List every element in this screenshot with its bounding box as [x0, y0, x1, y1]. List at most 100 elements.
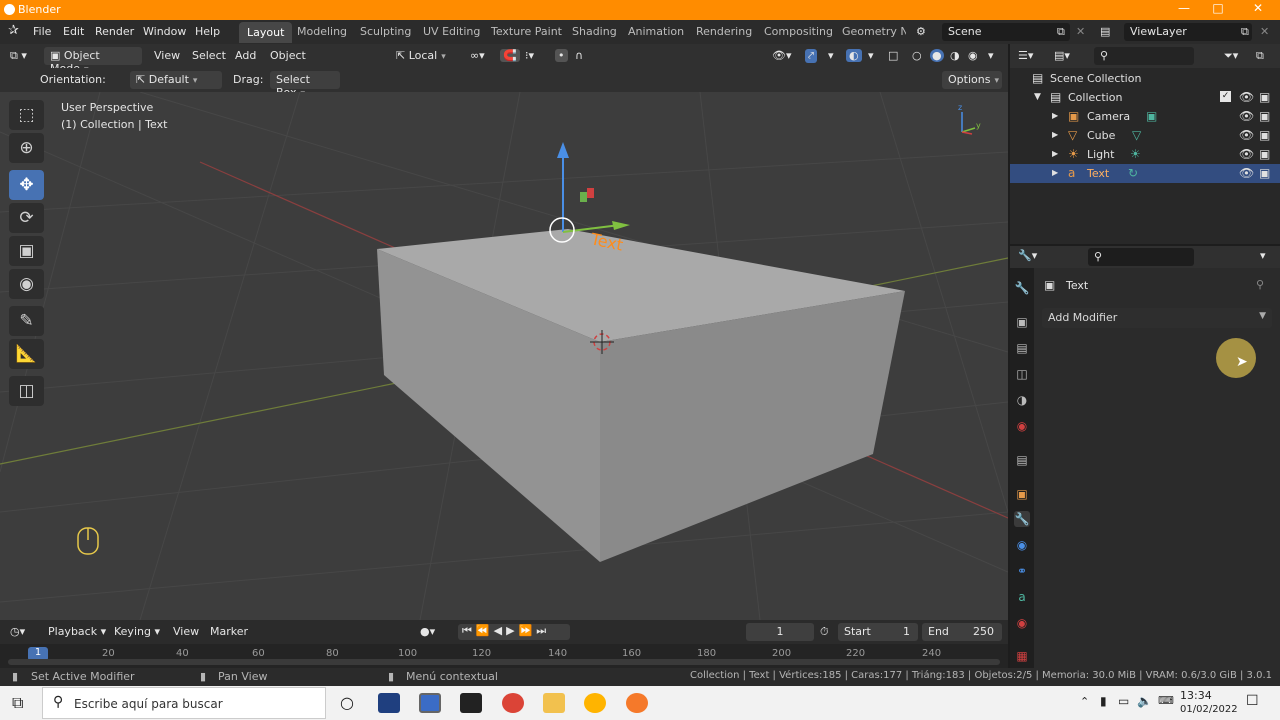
end-frame-field[interactable]: End 250	[922, 623, 1002, 641]
stopwatch-icon[interactable]: ⏱	[820, 625, 829, 639]
maximize-icon[interactable]: □	[1208, 1, 1228, 19]
outliner-row-camera[interactable]: ▶ ▣ Camera ▣ 👁 ▣	[1010, 107, 1280, 126]
tool-tab-icon[interactable]: 🔧	[1014, 280, 1030, 296]
drag-dropdown[interactable]: Select Box▾	[270, 71, 340, 99]
camera-render-icon[interactable]: ▣	[1259, 129, 1270, 141]
move-tool-icon[interactable]: ✥	[9, 170, 44, 200]
tab-uv-editing[interactable]: UV Editing	[423, 25, 480, 38]
transform-orientation-dropdown[interactable]: ⇱ Local ▾	[390, 47, 462, 65]
tab-layout[interactable]: Layout	[239, 22, 293, 43]
outliner-row-light[interactable]: ▶ ☀ Light ☀ 👁 ▣	[1010, 145, 1280, 164]
properties-editor-icon[interactable]: 🔧▾	[1018, 249, 1037, 262]
add-modifier-dropdown[interactable]: Add Modifier ▼	[1042, 308, 1272, 328]
rendered-shading-icon[interactable]: ◉	[968, 49, 978, 62]
remove-view-layer-icon[interactable]: ✕	[1260, 25, 1269, 38]
eye-icon[interactable]: 👁	[1239, 167, 1254, 179]
eye-icon[interactable]: 👁	[1239, 148, 1254, 160]
outliner-row-collection[interactable]: ▼ ▤ Collection ✓ 👁 ▣	[1010, 88, 1280, 107]
pivot-point-icon[interactable]: ∞▾	[470, 49, 485, 62]
curve-data-icon[interactable]: ↻	[1128, 167, 1138, 179]
menu-playback[interactable]: Playback ▾	[48, 625, 106, 638]
material-tab-icon[interactable]: ◉	[1014, 615, 1030, 631]
menu-view[interactable]: View	[154, 49, 180, 62]
filter-icon[interactable]: ⏷▾	[1224, 49, 1238, 63]
particles-tab-icon[interactable]: ◉	[1014, 537, 1030, 553]
expand-icon[interactable]: ▶	[1052, 148, 1058, 160]
current-frame-field[interactable]: 1	[746, 623, 814, 641]
scene-selector[interactable]: Scene	[942, 23, 1070, 41]
checkbox-icon[interactable]: ✓	[1220, 91, 1231, 102]
notifications-icon[interactable]: ☐	[1246, 693, 1259, 709]
tab-compositing[interactable]: Compositing	[764, 25, 833, 38]
copy-scene-icon[interactable]: ⧉	[1057, 25, 1065, 39]
snap-target-icon[interactable]: ⁝▾	[525, 49, 534, 62]
expand-icon[interactable]: ▶	[1052, 129, 1058, 141]
outliner-row-text[interactable]: ▶ a Text ↻ 👁 ▣	[1010, 164, 1280, 183]
transform-tool-icon[interactable]: ◉	[9, 269, 44, 299]
volume-icon[interactable]: 🔈	[1137, 694, 1152, 708]
jump-start-icon[interactable]: ⏮	[462, 624, 476, 637]
material-shading-icon[interactable]: ◑	[950, 49, 960, 62]
rotate-tool-icon[interactable]: ⟳	[9, 203, 44, 233]
start-frame-field[interactable]: Start 1	[838, 623, 918, 641]
taskbar-time[interactable]: 13:34	[1180, 689, 1212, 702]
overlay-dropdown-icon[interactable]: ▾	[868, 49, 874, 62]
keyboard-layout-icon[interactable]: ⌨	[1158, 694, 1174, 707]
measure-tool-icon[interactable]: 📐	[9, 339, 44, 369]
cortana-icon[interactable]: ○	[340, 693, 354, 712]
view-layer-tab-icon[interactable]: ◫	[1014, 366, 1030, 382]
properties-search[interactable]: ⚲	[1088, 248, 1194, 266]
editor-type-icon[interactable]: ⧉ ▾	[10, 49, 27, 63]
xray-toggle-icon[interactable]: □	[888, 49, 898, 62]
timeline-editor-icon[interactable]: ◷▾	[10, 625, 25, 638]
gizmo-plane-xz[interactable]	[587, 188, 594, 198]
record-icon[interactable]: ●▾	[420, 625, 435, 638]
data-tab-icon[interactable]: a	[1014, 589, 1030, 605]
tab-sculpting[interactable]: Sculpting	[360, 25, 411, 38]
orientation-dropdown[interactable]: ⇱ Default ▾	[130, 71, 222, 89]
tab-modeling[interactable]: Modeling	[297, 25, 347, 38]
physics-tab-icon[interactable]: ⚭	[1014, 563, 1030, 579]
falloff-icon[interactable]: ∩	[575, 49, 583, 62]
annotate-tool-icon[interactable]: ✎	[9, 306, 44, 336]
chrome-icon[interactable]	[502, 693, 524, 713]
camera-render-icon[interactable]: ▣	[1259, 167, 1270, 179]
collection-tab-icon[interactable]: ▤	[1014, 452, 1030, 468]
eye-icon[interactable]: 👁	[1239, 110, 1254, 122]
menu-object[interactable]: Object	[270, 49, 306, 62]
gizmo-toggle-icon[interactable]: ⤤	[805, 49, 818, 63]
wireframe-shading-icon[interactable]: ○	[912, 49, 922, 62]
blender-taskbar-icon[interactable]	[626, 693, 648, 713]
texture-tab-icon[interactable]: ▦	[1014, 648, 1030, 664]
close-icon[interactable]: ✕	[1248, 1, 1268, 19]
select-box-tool-icon[interactable]: ⬚	[9, 100, 44, 130]
expand-icon[interactable]: ▶	[1052, 110, 1058, 122]
render-tab-icon[interactable]: ▣	[1014, 314, 1030, 330]
remove-scene-icon[interactable]: ✕	[1076, 25, 1085, 38]
properties-options-icon[interactable]: ▾	[1260, 249, 1266, 262]
output-tab-icon[interactable]: ▤	[1014, 340, 1030, 356]
blender-menu-icon[interactable]: ✰	[8, 23, 19, 38]
timeline-scrollbar[interactable]	[8, 659, 1000, 665]
scale-tool-icon[interactable]: ▣	[9, 236, 44, 266]
camera-data-icon[interactable]: ▣	[1146, 110, 1157, 122]
menu-file[interactable]: File	[33, 25, 51, 38]
mesh-data-icon[interactable]: ▽	[1132, 129, 1141, 141]
expand-icon[interactable]: ▶	[1052, 167, 1058, 179]
eye-icon[interactable]: 👁	[1239, 129, 1254, 141]
camera-render-icon[interactable]: ▣	[1259, 110, 1270, 122]
menu-timeline-view[interactable]: View	[173, 625, 199, 638]
gizmo-plane-yz[interactable]	[580, 192, 587, 202]
taskbar-app-icon[interactable]	[460, 693, 482, 713]
gizmo-dropdown-icon[interactable]: ▾	[828, 49, 834, 62]
microphone-icon[interactable]: ▮	[1100, 694, 1107, 708]
gizmo-y-axis[interactable]	[562, 224, 621, 233]
outliner-row-cube[interactable]: ▶ ▽ Cube ▽ 👁 ▣	[1010, 126, 1280, 145]
menu-add[interactable]: Add	[235, 49, 256, 62]
new-collection-icon[interactable]: ⧉	[1256, 49, 1264, 63]
playback-controls[interactable]: ⏮⏪◀▶⏩⏭	[458, 624, 570, 640]
3d-viewport[interactable]: Text z y User Perspective (1) Collection…	[0, 92, 1008, 620]
display-mode-icon[interactable]: ▤▾	[1054, 49, 1070, 62]
solid-shading-icon[interactable]: ●	[930, 49, 944, 62]
snap-toggle-icon[interactable]: 🧲	[500, 49, 520, 62]
